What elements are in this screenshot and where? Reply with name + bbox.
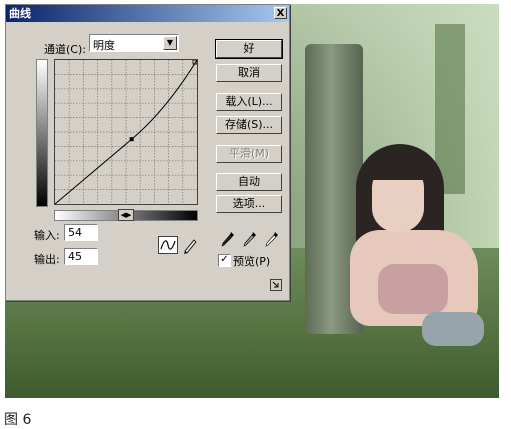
preview-checkbox[interactable]: ✓: [218, 254, 231, 267]
preview-label: 预览(P): [233, 255, 271, 268]
pencil-tool-icon[interactable]: [182, 236, 198, 254]
input-label: 输入:: [34, 229, 60, 242]
options-button[interactable]: 选项...: [216, 195, 282, 213]
curves-dialog: 曲线 X 通道(C): 明度 ▼ ◀▶ 输入: 54 输出: 45 好 取消 载…: [5, 4, 290, 301]
load-button[interactable]: 载入(L)...: [216, 93, 282, 111]
curve-tool-icon[interactable]: [158, 236, 178, 254]
close-button[interactable]: X: [274, 7, 287, 19]
dialog-title: 曲线: [9, 7, 31, 20]
curve-graph[interactable]: [54, 59, 198, 205]
channel-select[interactable]: 明度 ▼: [89, 34, 179, 52]
bangs: [368, 156, 428, 180]
channel-label: 通道(C):: [44, 43, 86, 56]
cancel-button[interactable]: 取消: [216, 64, 282, 82]
save-button[interactable]: 存储(S)...: [216, 116, 282, 134]
figure-caption: 图 6: [4, 412, 32, 428]
chevron-down-icon[interactable]: ▼: [163, 36, 177, 50]
output-gradient-bar: [36, 59, 48, 207]
channel-value: 明度: [93, 39, 115, 52]
input-field[interactable]: 54: [64, 224, 98, 241]
smooth-button[interactable]: 平滑(M): [216, 145, 282, 163]
gray-eyedropper-icon[interactable]: [242, 230, 258, 248]
gradient-toggle-icon[interactable]: ◀▶: [118, 209, 134, 221]
ok-button[interactable]: 好: [215, 39, 283, 59]
output-field[interactable]: 45: [64, 248, 98, 265]
dress: [378, 264, 448, 314]
graph-grid: [55, 60, 197, 204]
expand-dialog-icon[interactable]: [270, 279, 282, 291]
girl-figure: [350, 144, 484, 346]
dialog-titlebar[interactable]: 曲线 X: [6, 5, 289, 22]
curve-control-point[interactable]: [129, 137, 134, 142]
output-label: 输出:: [34, 253, 60, 266]
auto-button[interactable]: 自动: [216, 173, 282, 191]
white-eyedropper-icon[interactable]: [264, 230, 280, 248]
black-eyedropper-icon[interactable]: [220, 230, 236, 248]
jeans: [422, 312, 484, 346]
